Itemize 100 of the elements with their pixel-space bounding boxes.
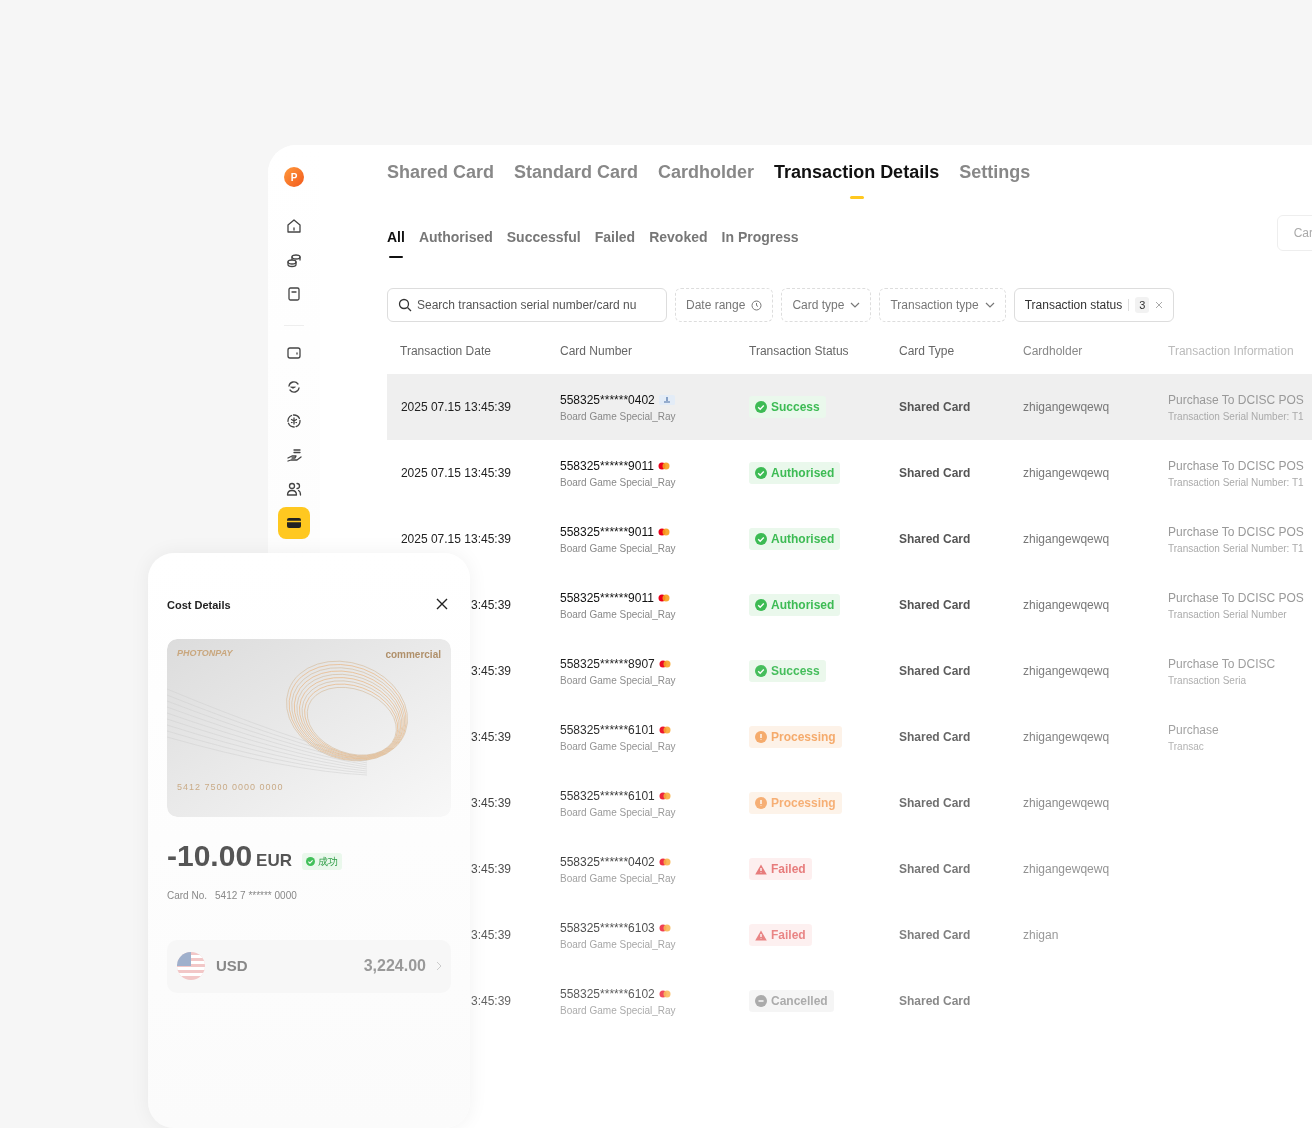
column-header: Card Number bbox=[560, 343, 634, 360]
check-circle-icon bbox=[755, 533, 767, 545]
check-circle-icon bbox=[755, 467, 767, 479]
warning-icon bbox=[755, 929, 767, 941]
table-cell-text: Shared Card bbox=[899, 399, 972, 416]
filter-tab[interactable]: Revoked bbox=[649, 227, 708, 248]
status-badge: 成功 bbox=[302, 852, 342, 870]
card-number: 558325******8907 bbox=[560, 654, 749, 673]
filter-tab[interactable]: All bbox=[387, 227, 405, 248]
card-brand-icon bbox=[658, 989, 671, 998]
column-header: Card Type bbox=[899, 343, 956, 360]
status-badge: Processing bbox=[749, 792, 842, 814]
status-badge: Failed bbox=[749, 858, 812, 880]
card-number: 558325******0402 bbox=[560, 390, 749, 409]
card-name: Board Game Special_Ray bbox=[560, 1003, 677, 1018]
table-cell-text: Shared Card bbox=[899, 993, 972, 1010]
table-cell: 3:45:39 bbox=[470, 862, 511, 876]
table-cell: zhigangewqewq bbox=[1023, 466, 1110, 480]
card-brand-icon bbox=[658, 394, 675, 405]
table-cell: zhigangewqewq bbox=[1023, 664, 1110, 678]
status-badge: Authorised bbox=[749, 594, 841, 616]
serial-number: Transaction Serial Number: T1 bbox=[1168, 409, 1305, 424]
table-cell: 2025 07.15 13:45:39 bbox=[400, 466, 511, 480]
tab[interactable]: Standard Card bbox=[514, 159, 639, 196]
date-range-button[interactable]: Date range bbox=[675, 288, 774, 322]
status-filter[interactable]: Transaction status 3 bbox=[1013, 288, 1175, 322]
exclamation-circle-icon bbox=[755, 797, 767, 809]
tab[interactable]: Settings bbox=[959, 159, 1031, 196]
card-type-dropdown[interactable]: Card type bbox=[781, 288, 872, 322]
card-number: 558325******6101 bbox=[560, 786, 749, 805]
column-header: Transaction Status bbox=[749, 343, 850, 360]
tab[interactable]: Cardholder bbox=[658, 159, 755, 196]
card-number: 558325******6102 bbox=[560, 984, 749, 1003]
coins-icon bbox=[285, 251, 303, 269]
card-brand-icon bbox=[658, 725, 671, 734]
tab[interactable]: Transaction Details bbox=[774, 159, 940, 196]
column-header: Cardholder bbox=[1023, 343, 1084, 360]
filter-tab[interactable]: Successful bbox=[506, 227, 581, 248]
card-name: Board Game Special_Ray bbox=[560, 475, 677, 490]
status-badge: Cancelled bbox=[749, 990, 834, 1012]
count-badge: 3 bbox=[1135, 296, 1150, 314]
clock-icon bbox=[751, 299, 763, 311]
wallet-icon bbox=[285, 344, 303, 362]
table-cell-text: Shared Card bbox=[899, 663, 972, 680]
table-cell-text: Shared Card bbox=[899, 729, 972, 746]
document-icon bbox=[285, 285, 303, 303]
column-header: Transaction Information bbox=[1168, 343, 1295, 360]
card-number: 558325******9011 bbox=[560, 588, 749, 607]
table-cell-text: Shared Card bbox=[899, 465, 972, 482]
transaction-info: Purchase bbox=[1168, 721, 1220, 739]
account-row[interactable]: USD 3,224.00 bbox=[167, 939, 451, 993]
search-field[interactable]: Search transaction serial number/card nu bbox=[387, 288, 667, 322]
serial-number: Transac bbox=[1168, 739, 1205, 754]
tab[interactable]: Shared Card bbox=[387, 159, 495, 196]
card-number: 558325******9011 bbox=[560, 456, 749, 475]
check-circle-icon bbox=[755, 665, 767, 677]
table-cell: 2025 07.15 13:45:39 bbox=[400, 400, 511, 414]
table-cell: 3:45:39 bbox=[470, 928, 511, 942]
top-button[interactable]: Car bbox=[1276, 215, 1312, 251]
table-cell: zhigangewqewq bbox=[1023, 400, 1110, 414]
filter-label: Transaction status bbox=[1024, 297, 1123, 314]
table-cell: 3:45:39 bbox=[470, 994, 511, 1008]
table-cell: 3:45:39 bbox=[470, 598, 511, 612]
filter-tab[interactable]: Failed bbox=[594, 227, 636, 248]
serial-number: Transaction Serial Number: T1 bbox=[1168, 541, 1305, 556]
brand-label: PHOTONPAY bbox=[177, 646, 233, 660]
search-icon bbox=[398, 298, 412, 312]
filter-tab[interactable]: Authorised bbox=[418, 227, 493, 248]
transaction-type-dropdown[interactable]: Transaction type bbox=[879, 288, 1006, 322]
transaction-info: Purchase To DCISC bbox=[1168, 655, 1277, 673]
asterisk-circle-icon bbox=[285, 412, 303, 430]
check-circle-icon bbox=[755, 599, 767, 611]
card-name: Board Game Special_Ray bbox=[560, 739, 677, 754]
status-badge: Failed bbox=[749, 924, 812, 946]
card-brand-icon bbox=[658, 659, 671, 668]
status-badge: Success bbox=[749, 660, 826, 682]
card-name: Board Game Special_Ray bbox=[560, 607, 677, 622]
table-cell-text: Shared Card bbox=[899, 597, 972, 614]
logo: P bbox=[284, 167, 304, 187]
card-name: Board Game Special_Ray bbox=[560, 871, 677, 886]
table-cell-text: Shared Card bbox=[899, 861, 972, 878]
card-name: Board Game Special_Ray bbox=[560, 937, 677, 952]
status-badge: Success bbox=[749, 396, 826, 418]
sidebar-button[interactable] bbox=[278, 507, 310, 539]
table-cell-text: Shared Card bbox=[899, 531, 972, 548]
table-cell: zhigangewqewq bbox=[1023, 532, 1110, 546]
card-name: Board Game Special_Ray bbox=[560, 805, 677, 820]
column-header: Transaction Date bbox=[400, 343, 492, 360]
flag-icon bbox=[176, 951, 206, 981]
transaction-info: Purchase To DCISC POS bbox=[1168, 391, 1305, 409]
status-badge: Authorised bbox=[749, 462, 841, 484]
currency-code: USD bbox=[216, 955, 248, 976]
card-number: 5412 7 ****** 0000 bbox=[215, 888, 297, 903]
chevron-right-icon bbox=[436, 961, 442, 971]
status-badge: Processing bbox=[749, 726, 842, 748]
status-badge: Authorised bbox=[749, 528, 841, 550]
hand-card-icon bbox=[285, 446, 303, 464]
transaction-info: Purchase To DCISC POS bbox=[1168, 457, 1305, 475]
filter-tab[interactable]: In Progress bbox=[721, 227, 799, 248]
card-number: 5412 7500 0000 0000 bbox=[177, 781, 284, 794]
